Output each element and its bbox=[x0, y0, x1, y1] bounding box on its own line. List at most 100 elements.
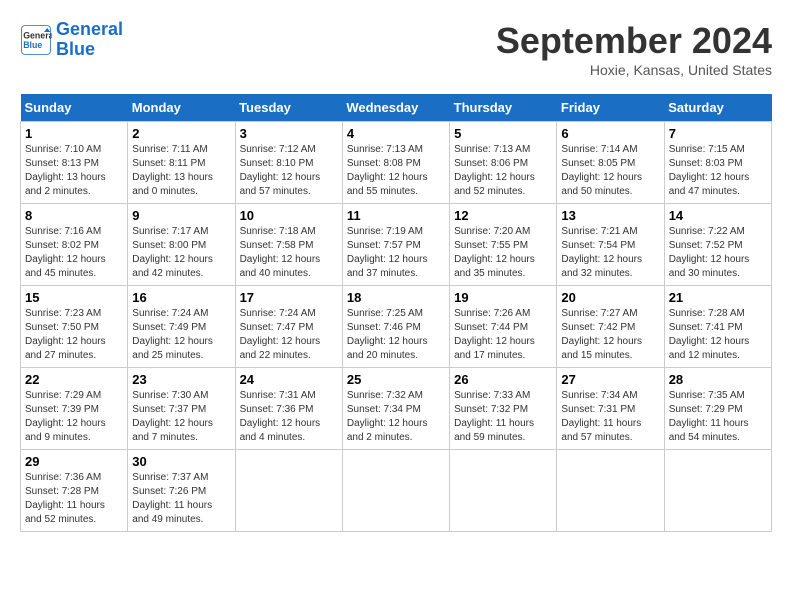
day-info: Sunrise: 7:14 AM Sunset: 8:05 PM Dayligh… bbox=[561, 143, 659, 199]
day-cell-17: 17 Sunrise: 7:24 AM Sunset: 7:47 PM Dayli… bbox=[235, 286, 342, 368]
day-number: 3 bbox=[240, 126, 338, 141]
day-cell-25: 25Sunrise: 7:32 AM Sunset: 7:34 PM Dayli… bbox=[342, 368, 449, 450]
day-info: Sunrise: 7:13 AM Sunset: 8:08 PM Dayligh… bbox=[347, 143, 445, 199]
day-info: Sunrise: 7:35 AM Sunset: 7:29 PM Dayligh… bbox=[669, 389, 767, 445]
svg-text:Blue: Blue bbox=[23, 40, 42, 50]
day-number: 24 bbox=[240, 372, 338, 387]
empty-cell bbox=[557, 450, 664, 532]
day-number: 14 bbox=[669, 208, 767, 223]
day-cell-16: 16 Sunrise: 7:24 AM Sunset: 7:49 PM Dayli… bbox=[128, 286, 235, 368]
day-info: Sunrise: 7:11 AM Sunset: 8:11 PM Dayligh… bbox=[132, 143, 230, 199]
day-cell-24: 24 Sunrise: 7:31 AM Sunset: 7:36 PM Dayli… bbox=[235, 368, 342, 450]
day-info: Sunrise: 7:18 AM Sunset: 7:58 PM Dayligh… bbox=[240, 225, 338, 281]
day-info: Sunrise: 7:25 AM Sunset: 7:46 PM Dayligh… bbox=[347, 307, 445, 363]
weekday-header-thursday: Thursday bbox=[450, 94, 557, 122]
day-info: Sunrise: 7:17 AM Sunset: 8:00 PM Dayligh… bbox=[132, 225, 230, 281]
day-number: 2 bbox=[132, 126, 230, 141]
day-cell-15: 15 Sunrise: 7:23 AM Sunset: 7:50 PM Dayli… bbox=[21, 286, 128, 368]
day-info: Sunrise: 7:31 AM Sunset: 7:36 PM Dayligh… bbox=[240, 389, 338, 445]
weekday-header-friday: Friday bbox=[557, 94, 664, 122]
day-info: Sunrise: 7:34 AM Sunset: 7:31 PM Dayligh… bbox=[561, 389, 659, 445]
day-cell-5: 5 Sunrise: 7:13 AM Sunset: 8:06 PM Daylig… bbox=[450, 122, 557, 204]
day-number: 15 bbox=[25, 290, 123, 305]
day-cell-23: 23 Sunrise: 7:30 AM Sunset: 7:37 PM Dayli… bbox=[128, 368, 235, 450]
day-number: 17 bbox=[240, 290, 338, 305]
day-cell-3: 3 Sunrise: 7:12 AM Sunset: 8:10 PM Daylig… bbox=[235, 122, 342, 204]
day-number: 12 bbox=[454, 208, 552, 223]
logo: General Blue General Blue bbox=[20, 20, 123, 60]
day-number: 13 bbox=[561, 208, 659, 223]
day-info: Sunrise: 7:36 AM Sunset: 7:28 PM Dayligh… bbox=[25, 471, 123, 527]
day-cell-12: 12 Sunrise: 7:20 AM Sunset: 7:55 PM Dayli… bbox=[450, 204, 557, 286]
day-cell-21: 21 Sunrise: 7:28 AM Sunset: 7:41 PM Dayli… bbox=[664, 286, 771, 368]
day-cell-11: 11 Sunrise: 7:19 AM Sunset: 7:57 PM Dayli… bbox=[342, 204, 449, 286]
day-cell-26: 26 Sunrise: 7:33 AM Sunset: 7:32 PM Dayli… bbox=[450, 368, 557, 450]
day-number: 4 bbox=[347, 126, 445, 141]
day-info: Sunrise: 7:23 AM Sunset: 7:50 PM Dayligh… bbox=[25, 307, 123, 363]
day-number: 6 bbox=[561, 126, 659, 141]
day-cell-13: 13 Sunrise: 7:21 AM Sunset: 7:54 PM Dayli… bbox=[557, 204, 664, 286]
day-info: Sunrise: 7:12 AM Sunset: 8:10 PM Dayligh… bbox=[240, 143, 338, 199]
location: Hoxie, Kansas, United States bbox=[496, 62, 772, 78]
day-number: 19 bbox=[454, 290, 552, 305]
week-row-1: 1Sunrise: 7:10 AM Sunset: 8:13 PM Daylig… bbox=[21, 122, 772, 204]
weekday-header-row: SundayMondayTuesdayWednesdayThursdayFrid… bbox=[21, 94, 772, 122]
day-info: Sunrise: 7:26 AM Sunset: 7:44 PM Dayligh… bbox=[454, 307, 552, 363]
month-title: September 2024 bbox=[496, 20, 772, 62]
day-info: Sunrise: 7:32 AM Sunset: 7:34 PM Dayligh… bbox=[347, 389, 445, 445]
day-info: Sunrise: 7:29 AM Sunset: 7:39 PM Dayligh… bbox=[25, 389, 123, 445]
empty-cell bbox=[664, 450, 771, 532]
day-info: Sunrise: 7:27 AM Sunset: 7:42 PM Dayligh… bbox=[561, 307, 659, 363]
day-cell-19: 19 Sunrise: 7:26 AM Sunset: 7:44 PM Dayli… bbox=[450, 286, 557, 368]
day-info: Sunrise: 7:30 AM Sunset: 7:37 PM Dayligh… bbox=[132, 389, 230, 445]
day-info: Sunrise: 7:20 AM Sunset: 7:55 PM Dayligh… bbox=[454, 225, 552, 281]
day-number: 23 bbox=[132, 372, 230, 387]
day-number: 21 bbox=[669, 290, 767, 305]
title-area: September 2024 Hoxie, Kansas, United Sta… bbox=[496, 20, 772, 78]
day-number: 26 bbox=[454, 372, 552, 387]
day-info: Sunrise: 7:13 AM Sunset: 8:06 PM Dayligh… bbox=[454, 143, 552, 199]
weekday-header-sunday: Sunday bbox=[21, 94, 128, 122]
day-info: Sunrise: 7:24 AM Sunset: 7:47 PM Dayligh… bbox=[240, 307, 338, 363]
logo-icon: General Blue bbox=[20, 24, 52, 56]
day-cell-27: 27Sunrise: 7:34 AM Sunset: 7:31 PM Dayli… bbox=[557, 368, 664, 450]
empty-cell bbox=[235, 450, 342, 532]
day-cell-20: 20Sunrise: 7:27 AM Sunset: 7:42 PM Dayli… bbox=[557, 286, 664, 368]
logo-text-general: General bbox=[56, 20, 123, 40]
empty-cell bbox=[342, 450, 449, 532]
day-info: Sunrise: 7:19 AM Sunset: 7:57 PM Dayligh… bbox=[347, 225, 445, 281]
day-number: 28 bbox=[669, 372, 767, 387]
day-number: 30 bbox=[132, 454, 230, 469]
day-info: Sunrise: 7:21 AM Sunset: 7:54 PM Dayligh… bbox=[561, 225, 659, 281]
day-number: 11 bbox=[347, 208, 445, 223]
day-cell-22: 22 Sunrise: 7:29 AM Sunset: 7:39 PM Dayli… bbox=[21, 368, 128, 450]
logo-text-blue: Blue bbox=[56, 40, 123, 60]
day-number: 7 bbox=[669, 126, 767, 141]
day-number: 1 bbox=[25, 126, 123, 141]
day-cell-8: 8Sunrise: 7:16 AM Sunset: 8:02 PM Daylig… bbox=[21, 204, 128, 286]
calendar-table: SundayMondayTuesdayWednesdayThursdayFrid… bbox=[20, 94, 772, 532]
day-cell-28: 28 Sunrise: 7:35 AM Sunset: 7:29 PM Dayli… bbox=[664, 368, 771, 450]
day-cell-9: 9 Sunrise: 7:17 AM Sunset: 8:00 PM Daylig… bbox=[128, 204, 235, 286]
day-info: Sunrise: 7:33 AM Sunset: 7:32 PM Dayligh… bbox=[454, 389, 552, 445]
day-number: 5 bbox=[454, 126, 552, 141]
empty-cell bbox=[450, 450, 557, 532]
page-header: General Blue General Blue September 2024… bbox=[20, 20, 772, 78]
day-info: Sunrise: 7:22 AM Sunset: 7:52 PM Dayligh… bbox=[669, 225, 767, 281]
day-number: 16 bbox=[132, 290, 230, 305]
day-cell-7: 7Sunrise: 7:15 AM Sunset: 8:03 PM Daylig… bbox=[664, 122, 771, 204]
day-cell-10: 10Sunrise: 7:18 AM Sunset: 7:58 PM Dayli… bbox=[235, 204, 342, 286]
day-cell-29: 29Sunrise: 7:36 AM Sunset: 7:28 PM Dayli… bbox=[21, 450, 128, 532]
day-cell-14: 14 Sunrise: 7:22 AM Sunset: 7:52 PM Dayli… bbox=[664, 204, 771, 286]
day-info: Sunrise: 7:28 AM Sunset: 7:41 PM Dayligh… bbox=[669, 307, 767, 363]
day-number: 8 bbox=[25, 208, 123, 223]
day-cell-6: 6 Sunrise: 7:14 AM Sunset: 8:05 PM Daylig… bbox=[557, 122, 664, 204]
day-number: 9 bbox=[132, 208, 230, 223]
day-number: 22 bbox=[25, 372, 123, 387]
day-number: 18 bbox=[347, 290, 445, 305]
weekday-header-monday: Monday bbox=[128, 94, 235, 122]
day-cell-4: 4 Sunrise: 7:13 AM Sunset: 8:08 PM Daylig… bbox=[342, 122, 449, 204]
day-info: Sunrise: 7:24 AM Sunset: 7:49 PM Dayligh… bbox=[132, 307, 230, 363]
weekday-header-wednesday: Wednesday bbox=[342, 94, 449, 122]
day-cell-18: 18 Sunrise: 7:25 AM Sunset: 7:46 PM Dayli… bbox=[342, 286, 449, 368]
